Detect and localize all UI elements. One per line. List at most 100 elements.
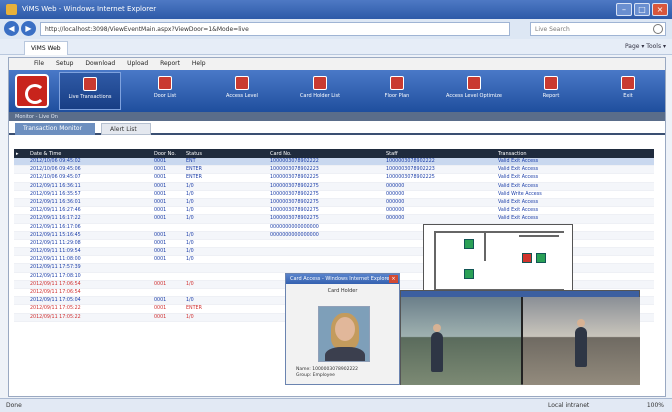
cell-user: 1000003078902225 (386, 175, 435, 181)
cell-tr: Valid Write Access (498, 191, 542, 197)
cell-user: 000000 (386, 199, 405, 205)
tab-alert-list[interactable]: Alert List (101, 123, 151, 135)
cell-ch: 0001 (154, 175, 167, 181)
camera-view-2[interactable] (523, 297, 640, 385)
camera-view-1[interactable] (401, 297, 521, 385)
cell-dt: 2012/10/06 09:45:07 (30, 175, 81, 181)
col-header-card[interactable]: Card No. (270, 151, 292, 157)
back-arrow-icon[interactable]: ◀ (4, 21, 19, 36)
cell-dt: 2012/09/11 11:09:54 (30, 249, 81, 255)
cell-ch: 0001 (154, 183, 167, 189)
search-input[interactable]: Live Search (530, 22, 666, 36)
popup-close-button[interactable]: × (389, 275, 398, 283)
cell-card: 0000000000000000 (270, 232, 319, 238)
url-field[interactable]: http://localhost:3098/ViewEventMain.aspx… (40, 22, 510, 36)
menu-upload[interactable]: Upload (122, 58, 153, 69)
toolbar-exit[interactable]: Exit (597, 72, 659, 110)
cell-ch: 0001 (154, 306, 167, 312)
table-row[interactable]: 2012/10/06 09:45:07 0001 ENTER 100000307890… (14, 174, 654, 183)
cell-st: 1/0 (186, 216, 194, 222)
browser-window: ViMS Web - Windows Internet Explorer – □… (0, 0, 672, 412)
tools-menu[interactable]: Tools (646, 43, 661, 50)
title-bar: ViMS Web - Windows Internet Explorer – □… (0, 0, 672, 19)
window-controls: – □ × (616, 3, 668, 16)
cell-card: 1000003078902275 (270, 199, 319, 205)
cell-dt: 2012/09/11 17:05:04 (30, 298, 81, 304)
cell-dt: 2012/09/11 15:16:45 (30, 232, 81, 238)
app-toolbar: Live Transactions Door List Access Level… (9, 70, 665, 112)
cell-ch: 0001 (154, 232, 167, 238)
cell-tr: Valid Exit Access (498, 208, 539, 214)
search-icon[interactable] (653, 24, 663, 34)
menu-setup[interactable]: Setup (51, 58, 78, 69)
table-row[interactable]: 2012/09/11 16:17:22 0001 1/0 10000030789022… (14, 215, 654, 224)
card-holder-popup: Card Access - Windows Internet Explorer … (285, 273, 400, 385)
browser-tab[interactable]: ViMS Web (24, 41, 68, 55)
cell-tr: Valid Exit Access (498, 167, 539, 173)
floor-plan[interactable] (423, 224, 573, 296)
row-indicator-header: ▸ (16, 151, 19, 157)
app-menubar: File Setup Download Upload Report Help (9, 58, 665, 70)
person-figure (431, 324, 443, 372)
window-title: ViMS Web - Windows Internet Explorer (22, 5, 157, 13)
live-icon (83, 77, 97, 91)
col-header-transaction[interactable]: Transaction (498, 151, 527, 157)
close-button[interactable]: × (652, 3, 668, 16)
command-bar: Page ▾ Tools ▾ (624, 43, 666, 50)
menu-help[interactable]: Help (187, 58, 211, 69)
page-menu[interactable]: Page (625, 43, 640, 50)
minimize-button[interactable]: – (616, 3, 632, 16)
col-header-staff[interactable]: Staff (386, 151, 398, 157)
subtab-bar: Transaction Monitor Alert List (9, 121, 665, 135)
cell-tr: Valid Exit Access (498, 175, 539, 181)
table-row[interactable]: 2012/09/11 16:36:11 0001 1/0 10000030789022… (14, 182, 654, 191)
cell-ch: 0001 (154, 257, 167, 263)
cell-dt: 2012/09/11 17:06:54 (30, 290, 81, 295)
cell-dt: 2012/09/11 17:08:10 (30, 273, 81, 279)
app-logo (15, 74, 49, 108)
zoom-level[interactable]: 100% (647, 402, 664, 409)
toolbar-live-transactions[interactable]: Live Transactions (59, 72, 121, 110)
tab-transaction-monitor[interactable]: Transaction Monitor (15, 123, 95, 135)
cell-card: 1000003078902275 (270, 183, 319, 189)
cell-st: 1/0 (186, 232, 194, 238)
table-row[interactable]: 2012/09/11 16:27:46 0001 1/0 10000030789022… (14, 207, 654, 216)
menu-file[interactable]: File (29, 58, 49, 69)
door-green-marker[interactable] (464, 269, 474, 279)
cell-ch: 0001 (154, 208, 167, 214)
forward-arrow-icon[interactable]: ▶ (21, 21, 36, 36)
cell-dt: 2012/09/11 17:05:22 (30, 314, 81, 320)
cell-st: 1/0 (186, 314, 194, 320)
door-green-marker[interactable] (464, 239, 474, 249)
table-row[interactable]: 2012/10/06 09:45:06 0001 ENTER 100000307890… (14, 166, 654, 175)
popup-info: Name: 1000003078902222 Group: Employee (296, 367, 358, 379)
toolbar-floor-plan[interactable]: Floor Plan (366, 72, 428, 110)
cell-dt: 2012/10/06 09:45:02 (30, 159, 81, 164)
camera-panel (400, 290, 640, 385)
maximize-button[interactable]: □ (634, 3, 650, 16)
toolbar-access-optimize[interactable]: Access Level Optimize (443, 72, 505, 110)
door-red-marker[interactable] (522, 253, 532, 263)
table-row[interactable]: 2012/10/06 09:45:02 0001 ENT 10000030789022… (14, 158, 654, 167)
col-header-datetime[interactable]: Date & Time (30, 151, 61, 157)
door-green-marker[interactable] (536, 253, 546, 263)
toolbar-card-holder-list[interactable]: Card Holder List (289, 72, 351, 110)
report-icon (544, 76, 558, 90)
toolbar-access-level[interactable]: Access Level (211, 72, 273, 110)
toolbar-door-list[interactable]: Door List (134, 72, 196, 110)
cell-st: 1/0 (186, 191, 194, 197)
cell-card: 1000003078902222 (270, 159, 319, 164)
toolbar-report[interactable]: Report (520, 72, 582, 110)
col-header-door[interactable]: Door No. (154, 151, 176, 157)
table-row[interactable]: 2012/09/11 16:35:57 0001 1/0 10000030789022… (14, 191, 654, 199)
cell-ch: 0001 (154, 281, 167, 287)
menu-download[interactable]: Download (80, 58, 120, 69)
col-header-status[interactable]: Status (186, 151, 202, 157)
cell-tr: Valid Exit Access (498, 159, 539, 164)
menu-report[interactable]: Report (155, 58, 185, 69)
address-bar-area: ◀ ▶ http://localhost:3098/ViewEventMain.… (0, 19, 672, 39)
cell-dt: 2012/09/11 16:35:57 (30, 191, 81, 197)
popup-label: Card Holder (327, 288, 358, 294)
table-row[interactable]: 2012/09/11 16:36:01 0001 1/0 10000030789022… (14, 198, 654, 208)
cell-user: 1000003078902223 (386, 167, 435, 173)
